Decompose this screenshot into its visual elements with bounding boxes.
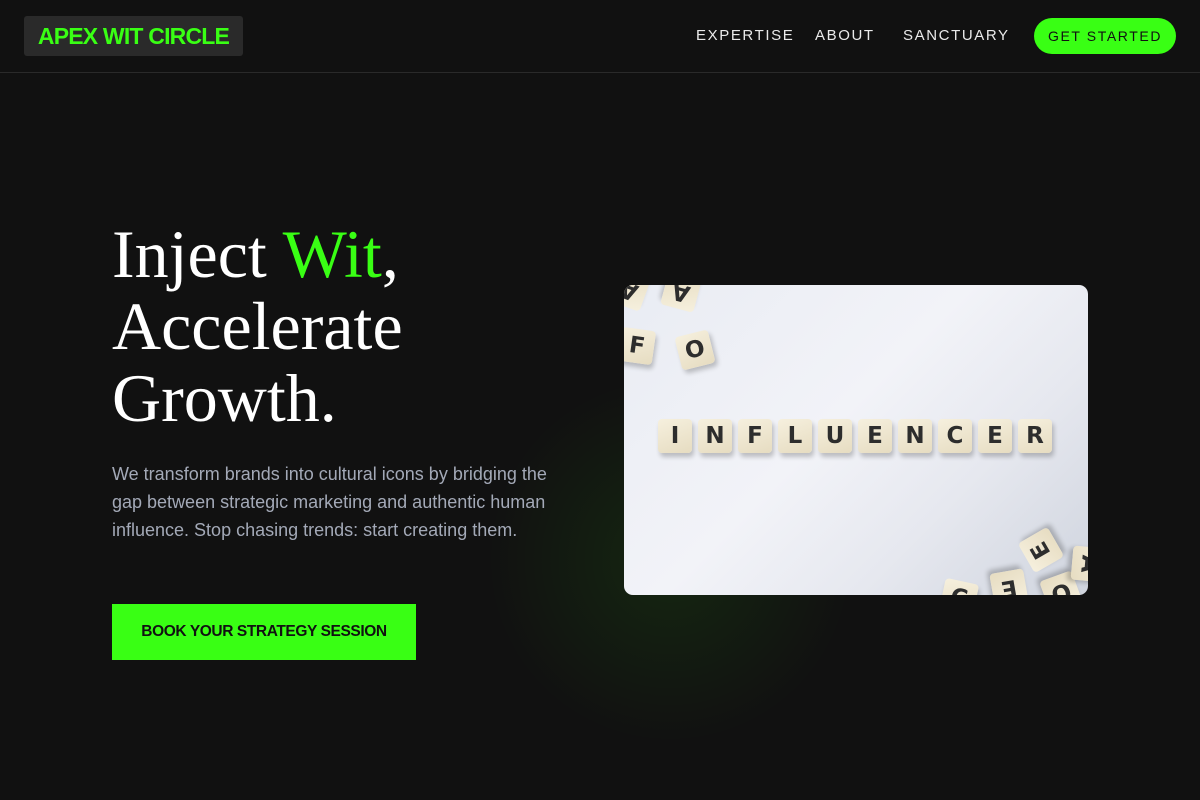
hero-headline: Inject Wit, Accelerate Growth. (112, 218, 572, 434)
headline-comma: , (381, 216, 399, 292)
book-strategy-session-button[interactable]: BOOK YOUR STRATEGY SESSION (112, 604, 416, 660)
letter-tile: C (938, 419, 972, 453)
headline-text: Inject (112, 216, 283, 292)
brand-logo[interactable]: APEX WIT CIRCLE (24, 16, 243, 56)
letter-tile: F (738, 419, 772, 453)
get-started-button[interactable]: GET STARTED (1034, 18, 1176, 54)
headline-line-3: Growth. (112, 360, 337, 436)
nav-link-expertise[interactable]: EXPERTISE (696, 0, 794, 72)
letter-tile: E (858, 419, 892, 453)
nav-link-about[interactable]: ABOUT (815, 0, 875, 72)
headline-line-2: Accelerate (112, 288, 403, 364)
letter-tile: C (938, 577, 980, 595)
letter-tile: L (778, 419, 812, 453)
letter-tile: E (989, 568, 1029, 595)
letter-tile: A (624, 285, 651, 312)
nav-link-sanctuary[interactable]: SANCTUARY (903, 0, 1010, 72)
headline-accent-word: Wit (282, 216, 382, 292)
letter-tile: A (660, 285, 702, 313)
letter-tile: I (658, 419, 692, 453)
letter-tile: E (978, 419, 1012, 453)
hero-description: We transform brands into cultural icons … (112, 464, 547, 540)
letter-tile: O (674, 329, 716, 371)
site-header: APEX WIT CIRCLE EXPERTISE ABOUT SANCTUAR… (0, 0, 1200, 73)
letter-tile: R (1018, 419, 1052, 453)
letter-tile: N (898, 419, 932, 453)
letter-tile: N (698, 419, 732, 453)
hero-image-influencer-tiles: I N F L U E N C E R A A F O E E O C A (624, 285, 1088, 595)
letter-tile: A (1070, 545, 1088, 583)
letter-tile: U (818, 419, 852, 453)
letter-tile: E (1017, 526, 1065, 574)
letter-tile: F (624, 326, 657, 366)
